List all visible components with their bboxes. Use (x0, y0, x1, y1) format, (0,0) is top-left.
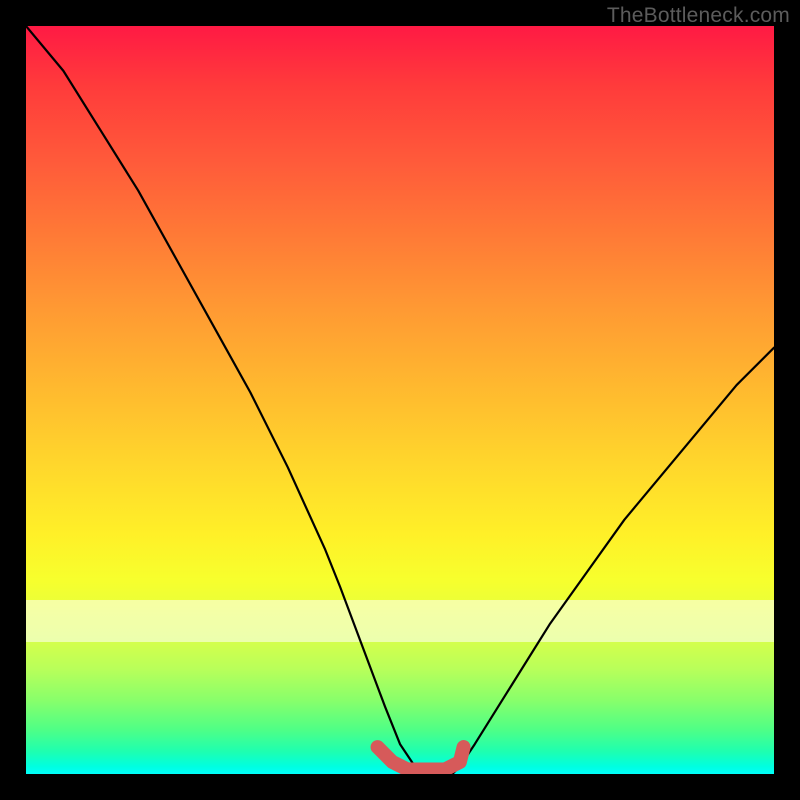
highlight-segment (378, 747, 464, 769)
primary-curve (26, 26, 774, 774)
chart-svg (26, 26, 774, 774)
watermark-text: TheBottleneck.com (607, 4, 790, 28)
